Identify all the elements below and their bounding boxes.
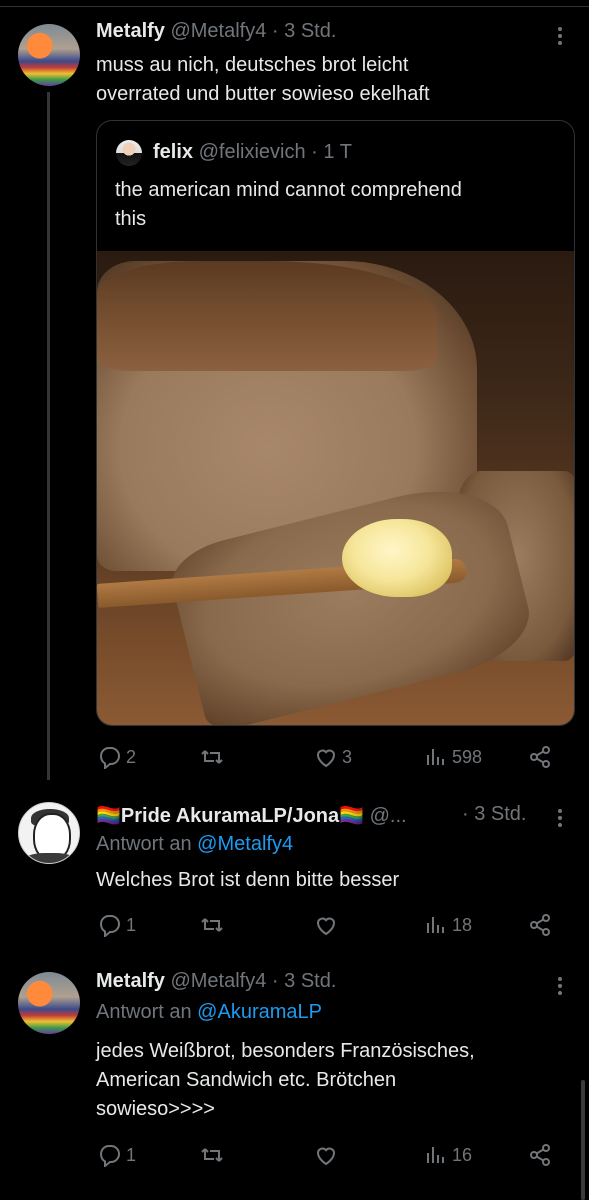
quote-author-name: felix	[153, 141, 194, 163]
reply-icon	[99, 915, 121, 937]
repost-icon	[201, 750, 223, 764]
repost-icon	[201, 1148, 223, 1162]
tweet-text: muss au nich, deutsches brot leicht over…	[96, 51, 430, 109]
text-line: this	[115, 208, 147, 230]
repost-button[interactable]	[200, 910, 224, 940]
views-button[interactable]: 598	[424, 742, 482, 772]
views-icon	[427, 1147, 444, 1163]
author-handle[interactable]: @...	[370, 805, 407, 827]
text-line: overrated und butter sowieso ekelhaft	[96, 83, 430, 105]
text-line: jedes Weißbrot, besonders Französisches,	[96, 1040, 475, 1062]
reply-button[interactable]: 1	[98, 910, 136, 940]
like-icon	[316, 917, 336, 936]
text-line: sowieso>>>>	[96, 1098, 215, 1120]
top-divider	[0, 0, 589, 7]
reply-icon	[99, 747, 121, 769]
more-icon[interactable]	[558, 974, 562, 998]
share-button[interactable]	[528, 742, 552, 772]
bread-and-butter-photo[interactable]	[97, 251, 574, 725]
avatar[interactable]	[18, 802, 80, 864]
share-button[interactable]	[528, 910, 552, 940]
quote-avatar	[116, 140, 142, 166]
like-count: 3	[342, 746, 353, 767]
tweet-header: Metalfy @Metalfy4 · 3 Std.	[96, 20, 336, 43]
reply-mention[interactable]: @AkuramaLP	[197, 1001, 322, 1023]
repost-button[interactable]	[200, 742, 224, 772]
repost-icon	[201, 918, 223, 932]
reply-button[interactable]: 1	[98, 1140, 136, 1170]
action-bar: 1 18	[0, 910, 589, 940]
views-icon	[427, 917, 444, 933]
timestamp[interactable]: 3 Std.	[284, 20, 336, 42]
author-handle[interactable]: @Metalfy4	[170, 970, 266, 992]
tweet-text: jedes Weißbrot, besonders Französisches,…	[96, 1037, 475, 1124]
share-icon	[530, 746, 550, 768]
timestamp[interactable]: 3 Std.	[474, 803, 526, 825]
separator: ·	[462, 803, 469, 825]
repost-button[interactable]	[200, 1140, 224, 1170]
reply-count: 1	[126, 914, 137, 935]
action-bar: 2 3 598	[0, 742, 589, 772]
quote-author-handle: @felixievich	[198, 141, 306, 163]
reply-context: Antwort an @AkuramaLP	[96, 1001, 322, 1024]
separator: ·	[271, 970, 279, 992]
quote-text: the american mind cannot comprehend this	[115, 176, 462, 234]
author-handle[interactable]: @Metalfy4	[170, 20, 266, 42]
views-button[interactable]: 16	[424, 1140, 472, 1170]
reply-button[interactable]: 2	[98, 742, 136, 772]
reply-prefix: Antwort an	[96, 833, 192, 855]
views-icon	[427, 749, 444, 765]
reply-icon	[99, 1145, 121, 1167]
quoted-tweet[interactable]: felix @felixievich · 1 T the american mi…	[96, 120, 575, 726]
butter-curl	[342, 519, 452, 597]
quote-header: felix @felixievich · 1 T	[153, 141, 352, 164]
timestamp[interactable]: 3 Std.	[284, 970, 336, 992]
share-button[interactable]	[528, 1140, 552, 1170]
like-icon	[316, 1147, 336, 1166]
text-line: muss au nich, deutsches brot leicht	[96, 54, 409, 76]
like-icon	[316, 749, 336, 768]
more-icon[interactable]	[558, 806, 562, 830]
separator: ·	[271, 20, 279, 42]
tweet-header: 🏳️‍🌈Pride AkuramaLP/Jona🏳️‍🌈 @...	[96, 803, 407, 828]
reply-mention[interactable]: @Metalfy4	[197, 833, 293, 855]
like-button[interactable]: 3	[314, 742, 352, 772]
author-name[interactable]: Metalfy	[96, 970, 165, 992]
reply-count: 1	[126, 1144, 137, 1165]
tweet-time: · 3 Std.	[462, 803, 527, 826]
views-count: 16	[452, 1144, 473, 1165]
quote-timestamp: 1 T	[323, 141, 352, 163]
avatar[interactable]	[18, 972, 80, 1034]
thread-line	[47, 200, 50, 780]
author-name[interactable]: 🏳️‍🌈Pride AkuramaLP/Jona🏳️‍🌈	[96, 805, 364, 827]
views-count: 598	[452, 746, 483, 767]
text-line: the american mind cannot comprehend	[115, 179, 462, 201]
share-icon	[530, 1144, 550, 1166]
views-button[interactable]: 18	[424, 910, 472, 940]
views-count: 18	[452, 914, 473, 935]
author-name[interactable]: Metalfy	[96, 20, 165, 42]
tweet-text: Welches Brot ist denn bitte besser	[96, 866, 399, 895]
reply-context: Antwort an @Metalfy4	[96, 833, 293, 856]
thread-line	[47, 92, 50, 200]
like-button[interactable]	[314, 1140, 338, 1170]
text-line: Welches Brot ist denn bitte besser	[96, 869, 400, 891]
tweet-header: Metalfy @Metalfy4 · 3 Std.	[96, 970, 336, 993]
more-icon[interactable]	[558, 24, 562, 48]
share-icon	[530, 914, 550, 936]
action-bar: 1 16	[0, 1140, 589, 1170]
text-line: American Sandwich etc. Brötchen	[96, 1069, 397, 1091]
scrollbar[interactable]	[581, 1080, 585, 1200]
avatar[interactable]	[18, 24, 80, 86]
like-button[interactable]	[314, 910, 338, 940]
separator: ·	[311, 141, 318, 163]
reply-count: 2	[126, 746, 137, 767]
reply-prefix: Antwort an	[96, 1001, 192, 1023]
